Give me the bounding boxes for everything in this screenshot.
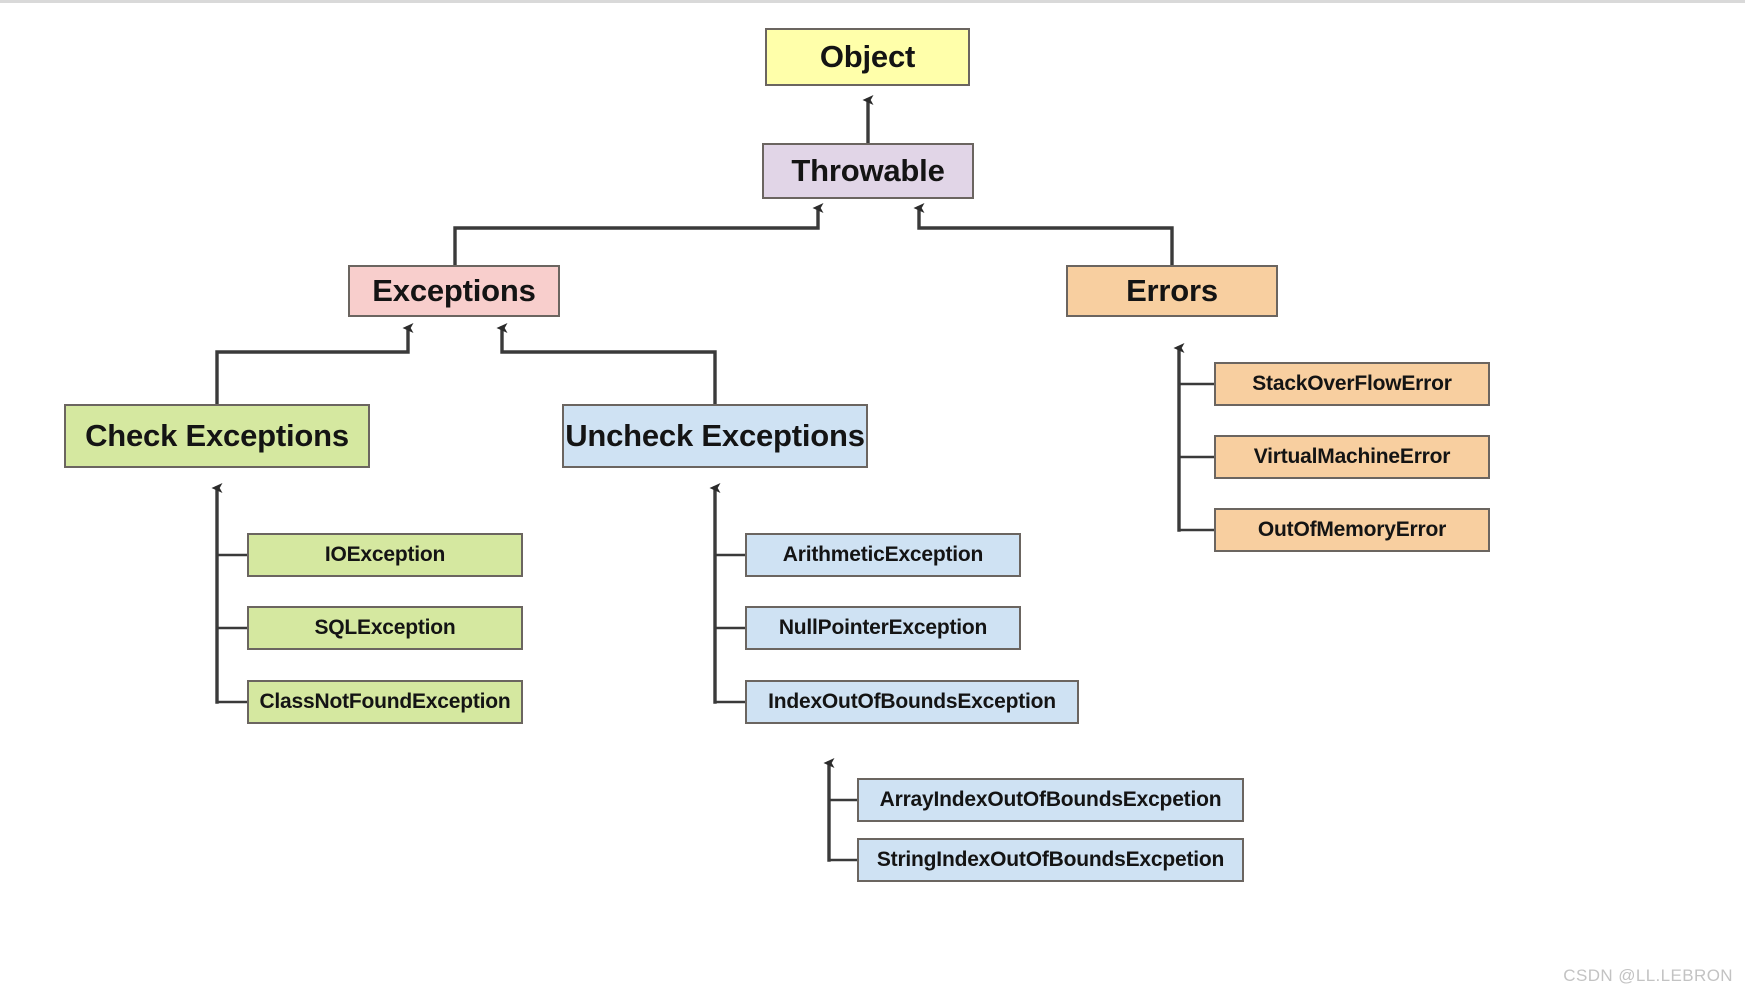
- node-label: StringIndexOutOfBoundsExcpetion: [876, 847, 1225, 871]
- node-label: ArrayIndexOutOfBoundsExcpetion: [879, 787, 1222, 811]
- node-ioexception[interactable]: IOException: [247, 533, 523, 577]
- node-object[interactable]: Object: [765, 28, 970, 86]
- node-throwable[interactable]: Throwable: [762, 143, 974, 199]
- node-label: Throwable: [791, 152, 945, 188]
- node-uncheck[interactable]: Uncheck Exceptions: [562, 404, 868, 468]
- edge-errors-throwable: [913, 203, 1174, 267]
- node-label: OutOfMemoryError: [1257, 517, 1447, 541]
- top-divider: [0, 0, 1745, 3]
- node-outofmemory[interactable]: OutOfMemoryError: [1214, 508, 1490, 552]
- node-errors[interactable]: Errors: [1066, 265, 1278, 317]
- node-label: StackOverFlowError: [1252, 371, 1452, 395]
- node-label: Errors: [1126, 272, 1218, 308]
- node-nullpointer[interactable]: NullPointerException: [745, 606, 1021, 650]
- node-label: IOException: [324, 542, 446, 566]
- node-label: IndexOutOfBoundsException: [768, 689, 1056, 713]
- edge-uncheck-exceptions: [496, 323, 717, 406]
- edge-check-exceptions: [215, 323, 414, 406]
- node-sqlexception[interactable]: SQLException: [247, 606, 523, 650]
- node-label: ClassNotFoundException: [259, 689, 511, 713]
- node-stackoverflow[interactable]: StackOverFlowError: [1214, 362, 1490, 406]
- node-label: Exceptions: [372, 272, 536, 308]
- node-exceptions[interactable]: Exceptions: [348, 265, 560, 317]
- node-label: ArithmeticException: [782, 542, 984, 566]
- node-label: NullPointerException: [778, 615, 988, 639]
- exception-hierarchy-diagram: Object Throwable Exceptions Errors Check Exc…: [0, 0, 1745, 1000]
- node-indexoob[interactable]: IndexOutOfBoundsException: [745, 680, 1079, 724]
- node-check[interactable]: Check Exceptions: [64, 404, 370, 468]
- node-virtualmachine[interactable]: VirtualMachineError: [1214, 435, 1490, 479]
- node-stringindexoob[interactable]: StringIndexOutOfBoundsExcpetion: [857, 838, 1244, 882]
- node-classnotfound[interactable]: ClassNotFoundException: [247, 680, 523, 724]
- node-label: Check Exceptions: [85, 417, 349, 453]
- node-arrayindexoob[interactable]: ArrayIndexOutOfBoundsExcpetion: [857, 778, 1244, 822]
- node-label: SQLException: [314, 615, 456, 639]
- node-arithmetic[interactable]: ArithmeticException: [745, 533, 1021, 577]
- node-label: Object: [819, 38, 916, 74]
- node-label: VirtualMachineError: [1253, 444, 1451, 468]
- node-label: Uncheck Exceptions: [565, 417, 865, 453]
- edge-exceptions-throwable: [453, 203, 824, 267]
- watermark: CSDN @LL.LEBRON: [1563, 966, 1733, 985]
